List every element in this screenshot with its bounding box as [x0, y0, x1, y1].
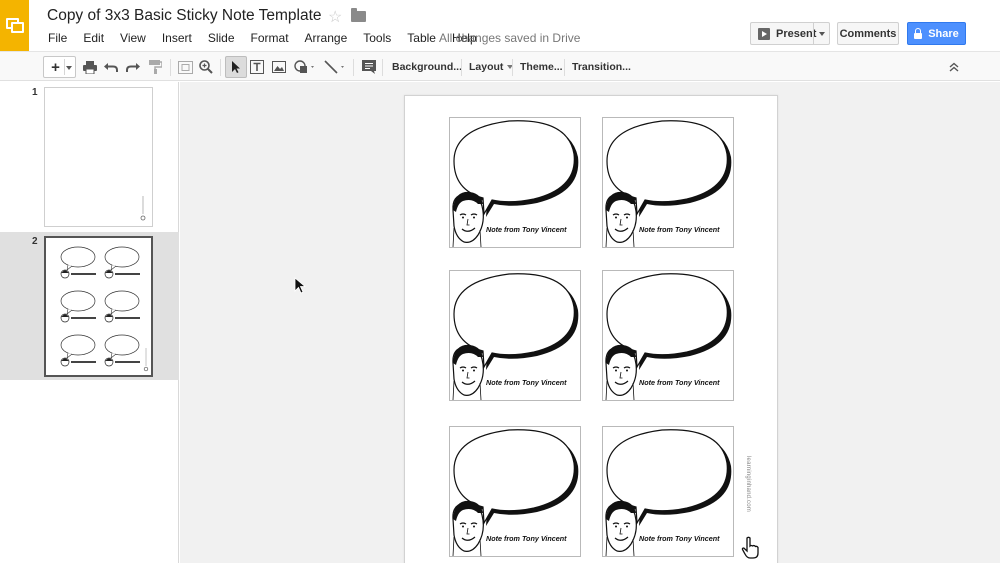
side-credit-text[interactable]: learninginhand.com [745, 456, 751, 512]
sticky-note-card[interactable]: Note from Tony Vincent [449, 117, 581, 248]
plus-icon: + [51, 58, 60, 76]
slide-filmstrip: 1 2 [0, 82, 179, 563]
app-header: Copy of 3x3 Basic Sticky Note Template ☆… [0, 0, 1000, 51]
slide-number: 2 [32, 236, 38, 247]
chevron-down-icon[interactable] [66, 66, 72, 70]
hand-pointer-icon [140, 196, 146, 221]
present-button[interactable]: Present [750, 22, 830, 45]
sticky-note-card[interactable]: Note from Tony Vincent [602, 426, 734, 557]
menu-slide[interactable]: Slide [200, 30, 243, 46]
slide-canvas[interactable]: Note from Tony Vincent Note from Tony Vin… [180, 82, 1000, 563]
slide-thumbnail-2[interactable]: 2 [0, 232, 179, 380]
collapse-menus-icon[interactable] [946, 56, 962, 78]
print-icon[interactable] [81, 56, 99, 78]
shape-icon[interactable] [291, 56, 318, 78]
menu-view[interactable]: View [112, 30, 154, 46]
theme-button[interactable]: Theme... [516, 56, 567, 78]
note-caption: Note from Tony Vincent [639, 378, 720, 387]
zoom-icon[interactable] [197, 56, 215, 78]
text-box-icon[interactable] [248, 56, 266, 78]
toolbar: + Background... Layout Theme... Transiti… [0, 51, 1000, 81]
slide-preview[interactable] [44, 236, 153, 377]
document-title[interactable]: Copy of 3x3 Basic Sticky Note Template [47, 7, 322, 25]
slide-page[interactable]: Note from Tony Vincent Note from Tony Vin… [404, 95, 778, 563]
menu-bar: File Edit View Insert Slide Format Arran… [40, 30, 485, 46]
menu-insert[interactable]: Insert [154, 30, 200, 46]
note-caption: Note from Tony Vincent [486, 534, 567, 543]
folder-icon[interactable] [351, 8, 366, 22]
new-slide-button[interactable]: + [43, 56, 76, 78]
redo-icon[interactable] [124, 56, 142, 78]
comments-button[interactable]: Comments [837, 22, 899, 45]
slide-number: 1 [32, 87, 38, 98]
note-caption: Note from Tony Vincent [486, 378, 567, 387]
sticky-note-card[interactable]: Note from Tony Vincent [602, 117, 734, 248]
share-label: Share [928, 27, 959, 40]
line-icon[interactable] [321, 56, 348, 78]
sticky-note-card[interactable]: Note from Tony Vincent [449, 426, 581, 557]
menu-tools[interactable]: Tools [355, 30, 399, 46]
hand-pointer-icon [741, 536, 759, 559]
slides-logo-icon[interactable] [0, 0, 29, 51]
paint-format-icon[interactable] [146, 56, 164, 78]
note-caption: Note from Tony Vincent [639, 225, 720, 234]
slide-2-preview-graphic [60, 246, 149, 372]
star-icon[interactable]: ☆ [328, 7, 342, 27]
present-label: Present [776, 27, 817, 40]
save-status[interactable]: All changes saved in Drive [439, 31, 580, 45]
note-caption: Note from Tony Vincent [639, 534, 720, 543]
note-caption: Note from Tony Vincent [486, 225, 567, 234]
chevron-down-icon [818, 31, 825, 36]
image-icon[interactable] [270, 56, 288, 78]
menu-format[interactable]: Format [243, 30, 297, 46]
menu-table[interactable]: Table [399, 30, 444, 46]
sticky-note-card[interactable]: Note from Tony Vincent [602, 270, 734, 401]
menu-file[interactable]: File [40, 30, 75, 46]
present-options-dropdown[interactable] [813, 23, 829, 44]
undo-icon[interactable] [102, 56, 120, 78]
slide-thumbnail-1[interactable]: 1 [0, 82, 179, 227]
background-button[interactable]: Background... [388, 56, 466, 78]
arrow-cursor-icon [294, 277, 306, 294]
lock-icon [914, 27, 923, 39]
menu-edit[interactable]: Edit [75, 30, 112, 46]
share-button[interactable]: Share [907, 22, 966, 45]
play-icon [758, 27, 770, 40]
select-tool-icon[interactable] [225, 56, 247, 78]
sticky-note-card[interactable]: Note from Tony Vincent [449, 270, 581, 401]
slide-preview[interactable] [44, 87, 153, 227]
comment-icon[interactable] [360, 56, 378, 78]
layout-button[interactable]: Layout [465, 56, 517, 78]
layout-label: Layout [469, 61, 504, 73]
transition-button[interactable]: Transition... [568, 56, 635, 78]
zoom-fit-icon[interactable] [176, 56, 194, 78]
menu-arrange[interactable]: Arrange [297, 30, 356, 46]
